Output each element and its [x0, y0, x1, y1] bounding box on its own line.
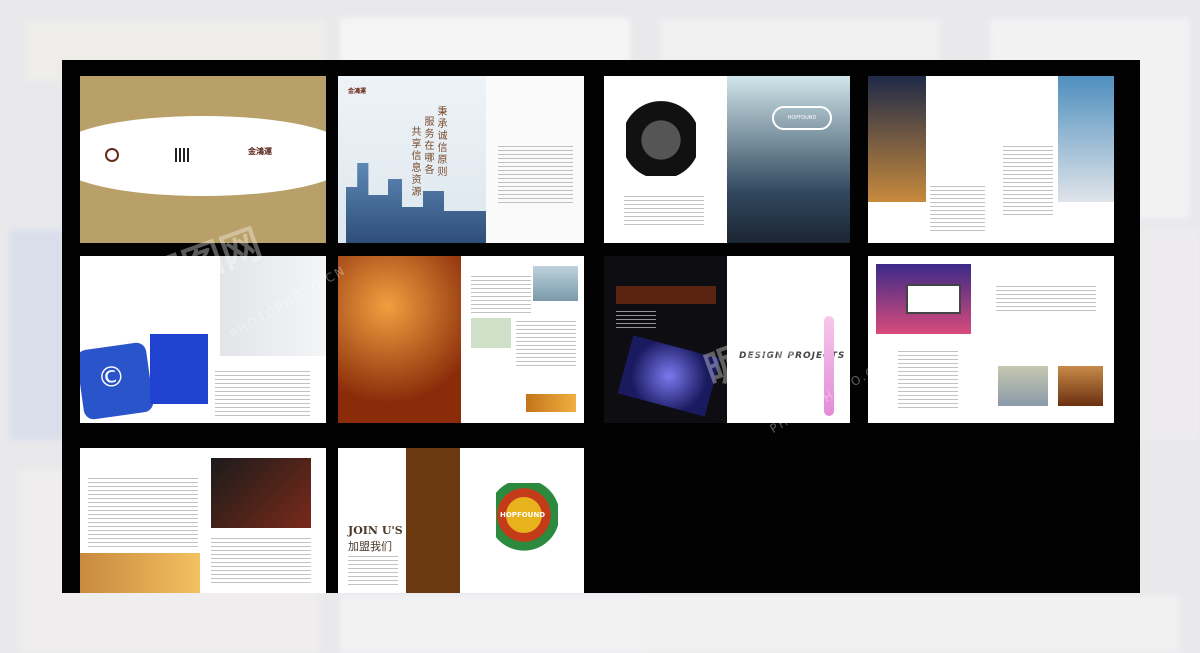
vertical-title: 秉承诚信原则 [435, 106, 446, 178]
spread-intro: 金鴻運 秉承诚信原则 服务在哪各 共享信息资源 [338, 76, 584, 243]
chinese-architecture-image [211, 458, 311, 528]
copyright-key-image: © [80, 341, 155, 421]
world-cube-image [617, 335, 721, 417]
billboard-image [876, 264, 971, 334]
seal-icon [105, 148, 119, 162]
vertical-title: 服务在哪各 [422, 116, 433, 176]
handshake-image [533, 266, 578, 301]
spread-finance [338, 256, 584, 423]
join-us-title: JOIN U'S [348, 524, 403, 537]
spread-strategy: HOPFOUND [604, 76, 850, 243]
brochure-panel: 金鴻運 金鴻運 秉承诚信原则 服务在哪各 共享信息资源 HOPFOUND © D… [62, 60, 1140, 593]
vertical-title: 共享信息资源 [409, 126, 420, 198]
spread-cover: 金鴻運 [80, 76, 326, 243]
books-image [868, 76, 926, 202]
spread-billboard [868, 256, 1114, 423]
blue-text-block [150, 334, 208, 404]
join-us-subtitle: 加盟我们 [348, 540, 392, 553]
spread-copyright: © [80, 256, 326, 423]
tower-image [1058, 366, 1103, 406]
finance-image [338, 256, 461, 423]
chess-knight-image [626, 86, 696, 176]
company-logo: 金鴻運 [348, 88, 367, 95]
spread-knight [868, 76, 1114, 243]
head-silhouette-image: HOPFOUND [496, 483, 558, 563]
spread-join-us: JOIN U'S 加盟我们 HOPFOUND [338, 448, 584, 593]
qr-code-icon [175, 148, 189, 162]
brown-band [406, 448, 460, 593]
cloud-icon: HOPFOUND [772, 106, 832, 130]
copyright-icon: © [95, 358, 128, 396]
bridge-image [998, 366, 1048, 406]
spread-history [80, 448, 326, 593]
document-image [471, 318, 511, 348]
coins-image [526, 394, 576, 412]
company-logo: 金鴻運 [248, 147, 272, 156]
sunset-image [80, 553, 200, 593]
chess-hand-image [1058, 76, 1114, 202]
